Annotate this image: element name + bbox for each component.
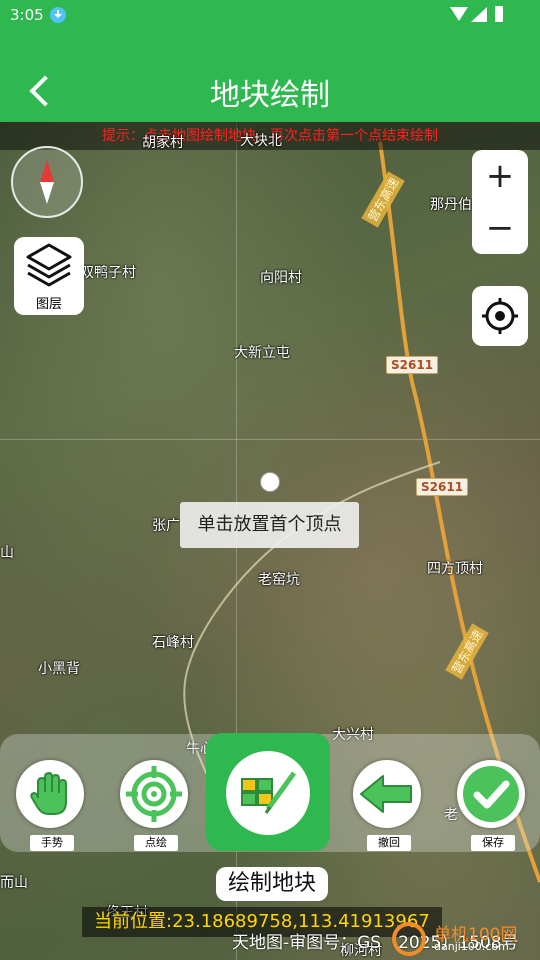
page-title: 地块绘制 — [210, 78, 330, 113]
road-number-tag: S2611 — [386, 356, 439, 374]
site-watermark: 单机100网 danji100.com — [392, 918, 540, 960]
status-bar: 3:05 — [0, 0, 540, 30]
layers-icon — [26, 243, 72, 287]
map-place-label: 老窑坑 — [258, 572, 300, 588]
map-place-label: 山 — [0, 545, 14, 561]
layers-label: 图层 — [35, 297, 62, 312]
back-arrow-icon — [360, 775, 412, 813]
map-place-label: 大新立屯 — [234, 345, 290, 361]
gesture-tool-button[interactable] — [16, 760, 84, 828]
checkmark-icon — [463, 766, 519, 822]
undo-button[interactable] — [353, 760, 421, 828]
compass-south-needle — [40, 182, 54, 204]
map-place-label: 那丹伯 — [430, 197, 472, 213]
satellite-map[interactable]: 提示：点击地图绘制地块，再次点击第一个点结束绘制 胡家村 大块北 那丹伯 双鸭子… — [0, 122, 540, 960]
zoom-in-button[interactable]: + — [472, 150, 528, 202]
undo-label: 撤回 — [367, 835, 411, 851]
map-place-label: 张广 — [152, 518, 180, 534]
road-number-tag: S2611 — [416, 478, 469, 496]
placement-tooltip: 单击放置首个顶点 — [180, 502, 359, 548]
target-icon — [126, 766, 182, 822]
hand-icon — [30, 771, 67, 815]
layers-button[interactable]: 图层 — [14, 237, 84, 315]
wifi-icon — [450, 7, 468, 21]
battery-icon — [495, 6, 503, 22]
vertex-marker[interactable] — [260, 472, 280, 492]
save-button[interactable] — [457, 760, 525, 828]
compass-icon[interactable] — [11, 146, 83, 218]
status-time: 3:05 — [10, 6, 44, 24]
zoom-control: + − — [472, 150, 528, 254]
zoom-out-button[interactable]: − — [472, 202, 528, 254]
crosshair-icon — [482, 298, 518, 334]
watermark-sub-text: danji100.com — [434, 940, 509, 953]
point-draw-label: 点绘 — [134, 835, 178, 851]
map-place-label: 而山 — [0, 875, 28, 891]
map-place-label: 石峰村 — [152, 635, 194, 651]
draw-plot-button[interactable] — [206, 733, 330, 851]
signal-icon — [471, 7, 487, 22]
save-label: 保存 — [471, 835, 515, 851]
map-place-label: 大块北 — [240, 133, 282, 149]
map-place-label: 向阳村 — [260, 270, 302, 286]
map-place-label: 双鸭子村 — [80, 265, 136, 281]
app-header: 地块绘制 — [0, 30, 540, 122]
map-place-label: 四方顶村 — [427, 561, 483, 577]
draw-plot-icon — [241, 771, 297, 814]
locate-button[interactable] — [472, 286, 528, 346]
gesture-tool-label: 手势 — [30, 835, 74, 851]
draw-plot-icon-bg — [226, 751, 310, 835]
draw-plot-label: 绘制地块 — [216, 867, 328, 901]
map-place-label: 胡家村 — [142, 135, 184, 151]
map-place-label: 小黑背 — [38, 661, 80, 677]
watermark-logo-icon — [392, 922, 426, 956]
point-draw-button[interactable] — [120, 760, 188, 828]
download-icon — [50, 7, 66, 23]
compass-north-needle — [40, 160, 54, 182]
